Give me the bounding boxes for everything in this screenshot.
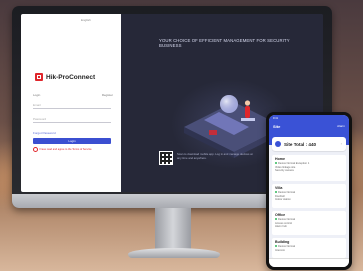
monitor-base — [128, 248, 220, 258]
phone-title: Site — [273, 124, 281, 129]
login-panel: English Hik-ProConnect Login Register Em… — [21, 14, 121, 192]
tab-register[interactable]: Register — [102, 93, 113, 97]
site-summary-card[interactable]: Site Total : 440 › — [272, 137, 346, 151]
hik-logo-icon — [35, 73, 43, 81]
checkbox-icon[interactable] — [33, 147, 38, 152]
login-button[interactable]: Login — [33, 138, 111, 144]
tab-login[interactable]: Login — [33, 93, 40, 97]
brand-name: Hik-ProConnect — [46, 73, 96, 81]
group-title: Home — [275, 157, 285, 161]
password-field[interactable]: Password — [33, 115, 111, 123]
site-group-villa[interactable]: Villa Device Normal Doorbell Indoor stat… — [272, 184, 346, 208]
group-line: Alarm hub — [275, 225, 287, 229]
language-selector[interactable]: English — [81, 18, 91, 22]
group-title: Villa — [275, 186, 283, 190]
phone: 9:41 Site Alarm Site Total : 440 › Home … — [266, 112, 352, 270]
site-group-home[interactable]: Home Device Normal Exception 1 Video lin… — [272, 155, 346, 181]
agreement-text: I have read and agree to the Terms of Se… — [39, 148, 92, 151]
email-field[interactable]: Email — [33, 101, 111, 109]
group-line: Indoor station — [275, 198, 291, 202]
phone-screen: 9:41 Site Alarm Site Total : 440 › Home … — [269, 115, 349, 267]
site-group-building[interactable]: Building Device Normal Intercom — [272, 238, 346, 258]
chevron-right-icon: › — [340, 141, 342, 146]
group-title: Building — [275, 240, 290, 244]
group-line: Security camera — [275, 169, 294, 173]
group-line: Intercom — [275, 248, 286, 252]
brand: Hik-ProConnect — [35, 73, 95, 81]
alarm-button[interactable]: Alarm — [337, 124, 345, 128]
qr-caption: Scan to download mobile app. Log in and … — [177, 152, 253, 160]
site-total: Site Total : 440 — [284, 141, 317, 147]
monitor-stand — [155, 208, 191, 250]
login-tabs: Login Register — [33, 93, 113, 97]
site-group-office[interactable]: Office Device Normal Access control Alar… — [272, 211, 346, 235]
qr-code — [159, 151, 173, 165]
forgot-password-link[interactable]: Forgot Password — [33, 131, 56, 135]
site-icon — [275, 141, 281, 147]
group-title: Office — [275, 213, 286, 217]
phone-status-time: 9:41 — [273, 117, 279, 120]
phone-bottom-nav[interactable] — [269, 258, 349, 267]
slogan: YOUR CHOICE OF EFFICIENT MANAGEMENT FOR … — [159, 38, 290, 49]
agreement[interactable]: I have read and agree to the Terms of Se… — [33, 147, 92, 152]
